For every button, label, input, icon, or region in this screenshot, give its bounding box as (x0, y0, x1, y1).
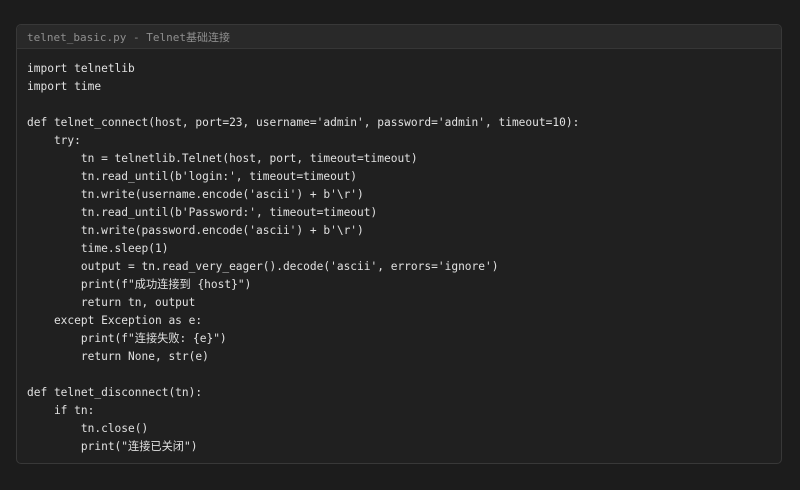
code-line: import time (27, 80, 102, 93)
code-line: return tn, output (27, 296, 196, 309)
code-line: return None, str(e) (27, 350, 209, 363)
code-line: time.sleep(1) (27, 242, 169, 255)
code-line: output = tn.read_very_eager().decode('as… (27, 260, 499, 273)
code-block: import telnetlib import time def telnet_co… (27, 60, 579, 456)
code-line: tn.read_until(b'Password:', timeout=time… (27, 206, 378, 219)
code-line: print(f"连接失败: {e}") (27, 332, 227, 345)
code-line: def telnet_connect(host, port=23, userna… (27, 116, 580, 129)
code-line: tn = telnetlib.Telnet(host, port, timeou… (27, 152, 418, 165)
code-line: import telnetlib (27, 62, 135, 75)
code-line: except Exception as e: (27, 314, 203, 327)
code-line: tn.close() (27, 422, 149, 435)
file-title: telnet_basic.py - Telnet基础连接 (27, 30, 230, 44)
code-line: print(f"成功连接到 {host}") (27, 278, 252, 291)
code-panel: telnet_basic.py - Telnet基础连接 import teln… (16, 24, 782, 464)
code-line: tn.write(password.encode('ascii') + b'\r… (27, 224, 364, 237)
code-line: def telnet_disconnect(tn): (27, 386, 203, 399)
code-line: tn.write(username.encode('ascii') + b'\r… (27, 188, 364, 201)
code-line: tn.read_until(b'login:', timeout=timeout… (27, 170, 358, 183)
code-line: print("连接已关闭") (27, 440, 198, 453)
code-panel-header: telnet_basic.py - Telnet基础连接 (17, 25, 781, 49)
code-line: if tn: (27, 404, 95, 417)
code-line: try: (27, 134, 81, 147)
